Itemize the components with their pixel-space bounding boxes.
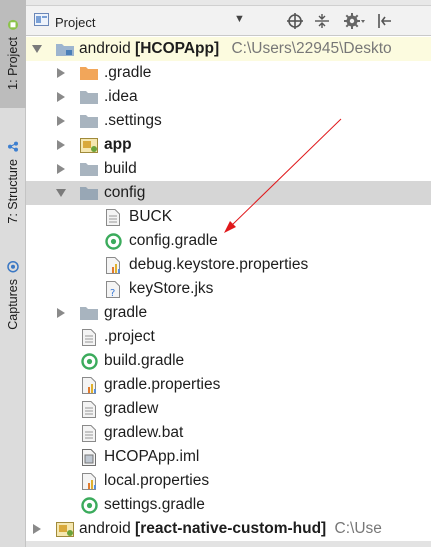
annotation-arrow [224, 118, 342, 233]
horizontal-scrollbar[interactable] [26, 541, 431, 547]
